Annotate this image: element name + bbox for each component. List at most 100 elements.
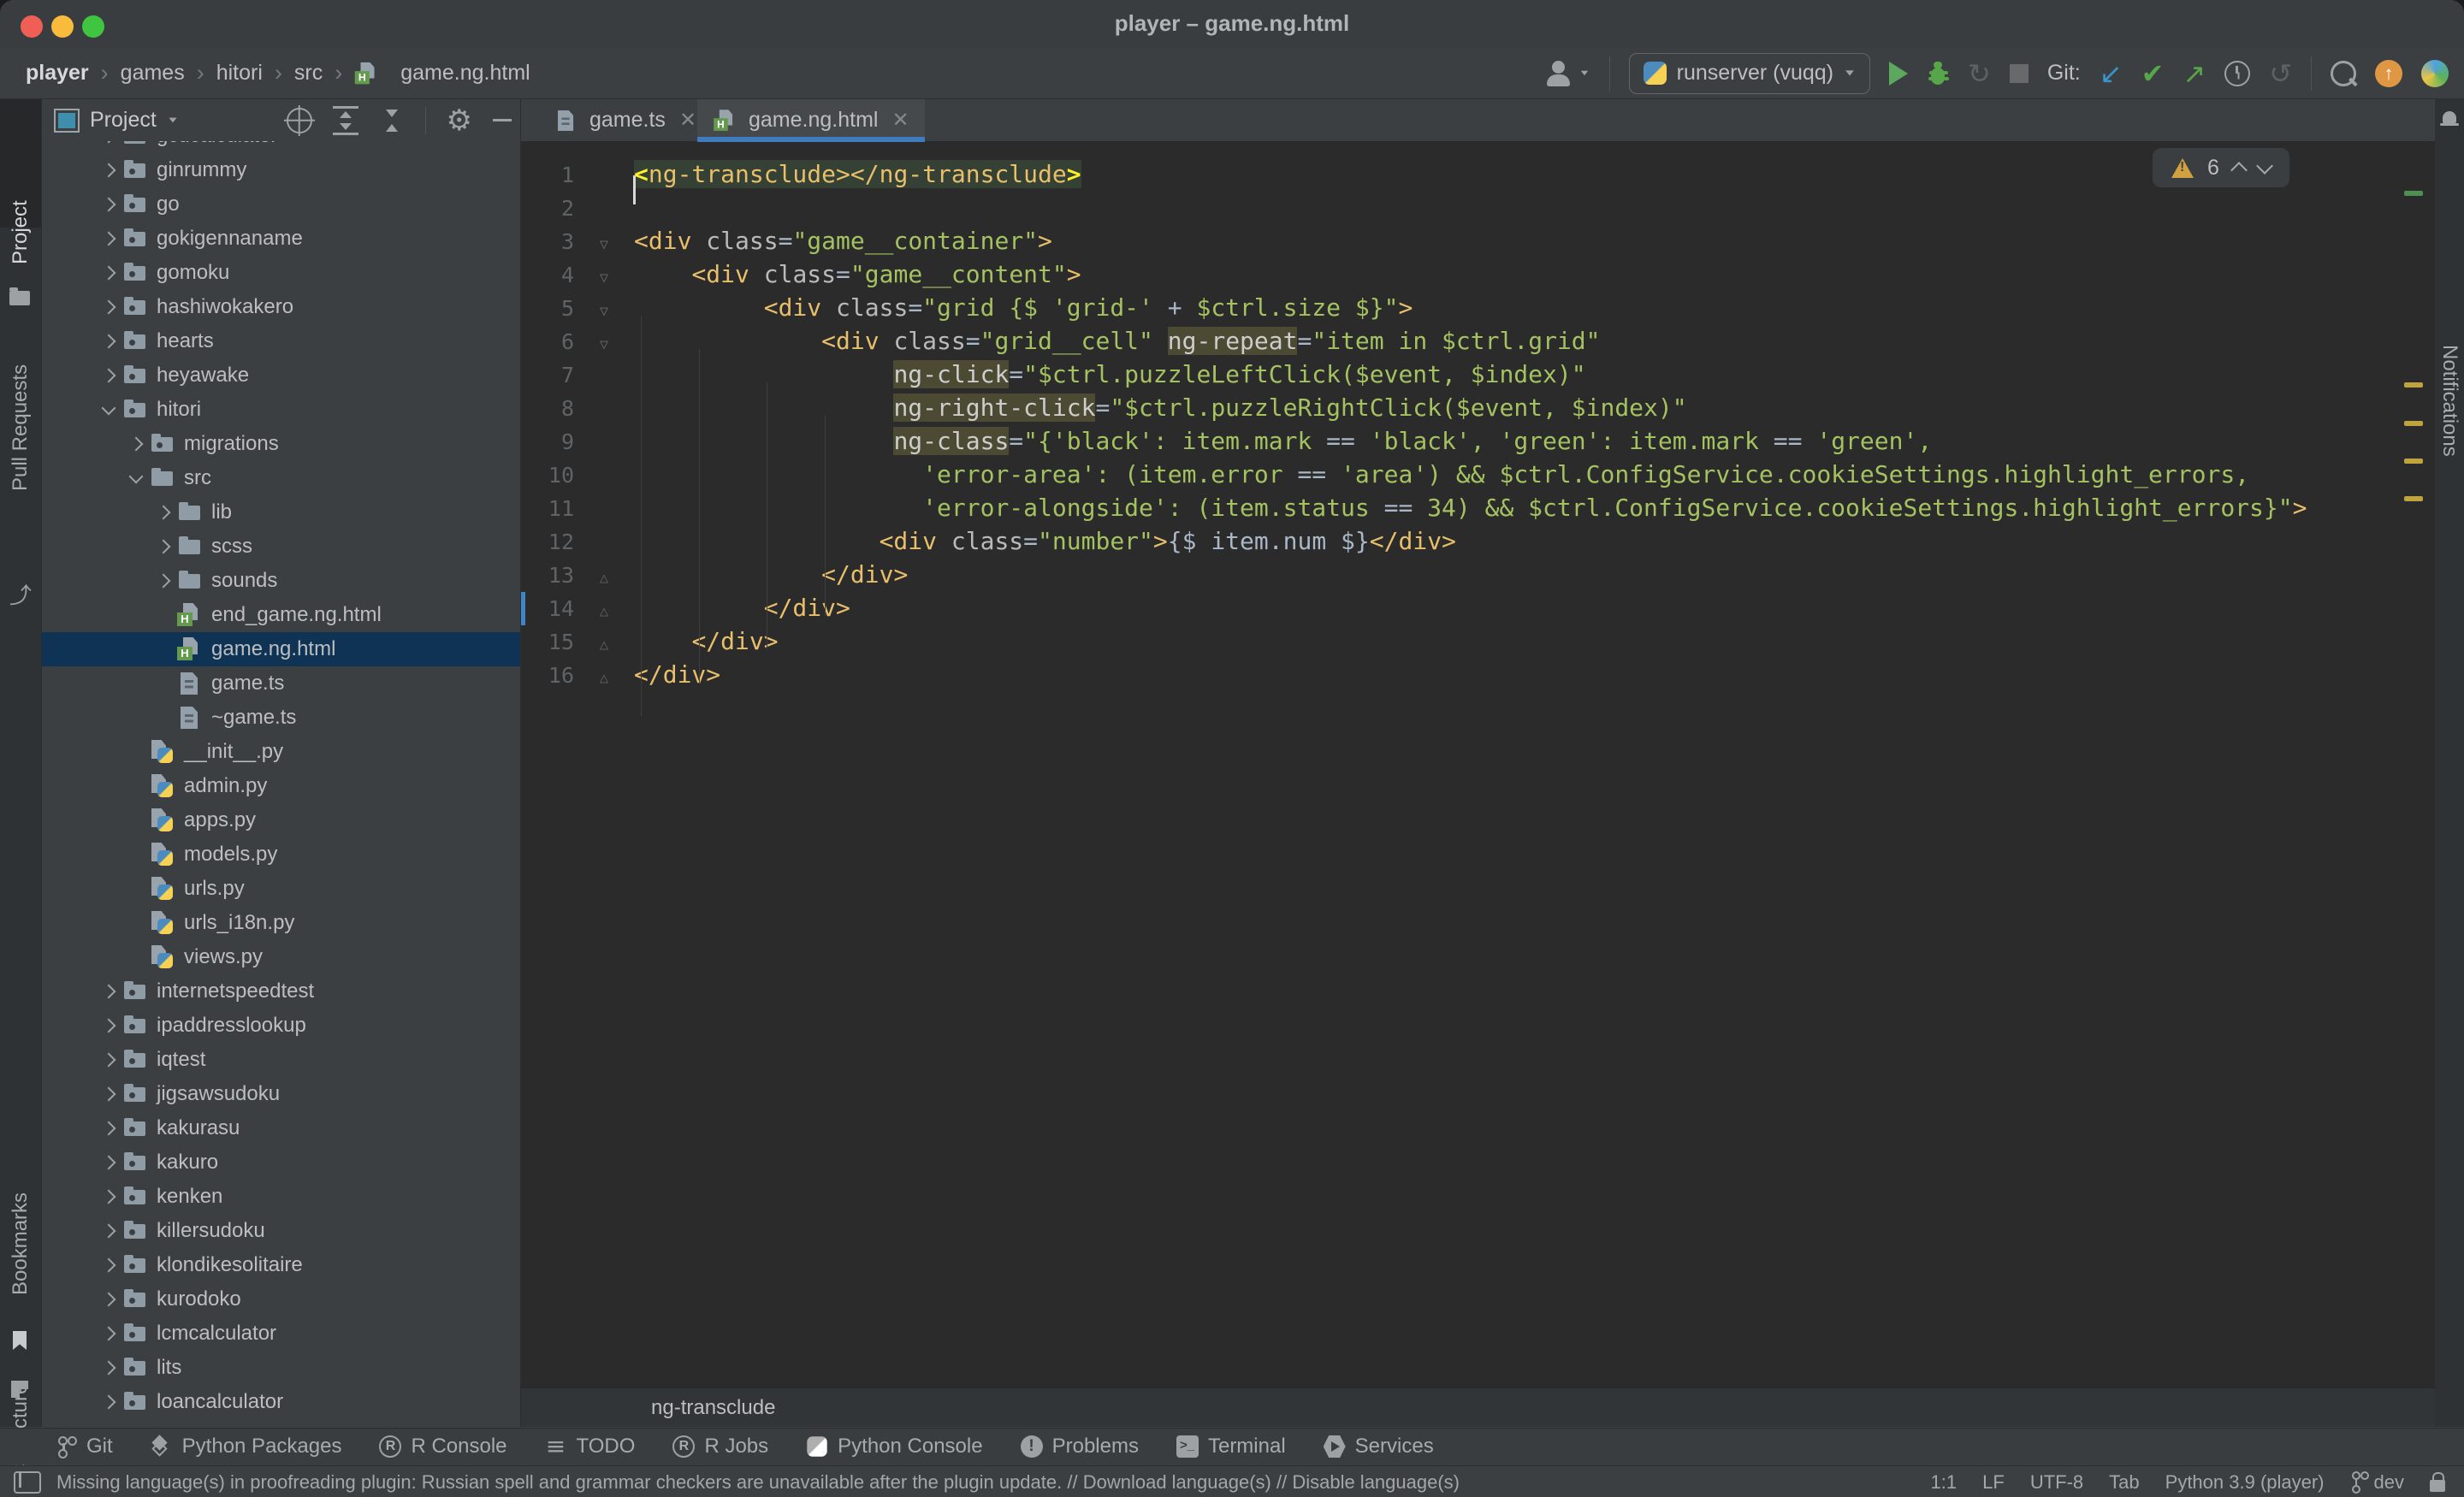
chevron-right-icon[interactable] bbox=[150, 576, 177, 586]
tree-item[interactable]: ~game.ts bbox=[42, 701, 520, 735]
disable-languages-link[interactable]: // Disable language(s) bbox=[1276, 1471, 1460, 1493]
tab-game-ng-html[interactable]: game.ng.html ✕ bbox=[697, 99, 925, 141]
chevron-right-icon[interactable] bbox=[95, 370, 122, 381]
code-line[interactable]: 3▽<div class="game__container"> bbox=[521, 224, 2435, 257]
file-encoding[interactable]: UTF-8 bbox=[2030, 1471, 2083, 1494]
tree-item[interactable]: hashiwokakero bbox=[42, 290, 520, 324]
tree-item[interactable]: go bbox=[42, 187, 520, 222]
tool-window-button-todo[interactable]: ≡TODO bbox=[545, 1435, 636, 1459]
chevron-right-icon[interactable] bbox=[95, 986, 122, 997]
profile-button[interactable] bbox=[1544, 59, 1590, 88]
tree-item[interactable]: gcdcalculator bbox=[42, 141, 520, 153]
breadcrumb-item[interactable]: games bbox=[121, 61, 185, 86]
chevron-right-icon[interactable] bbox=[95, 1260, 122, 1270]
tool-stripe-project[interactable]: Project bbox=[0, 232, 41, 240]
tool-window-button-git[interactable]: Git bbox=[55, 1435, 113, 1459]
tree-item[interactable]: gokigennaname bbox=[42, 222, 520, 256]
chevron-right-icon[interactable] bbox=[95, 1294, 122, 1305]
code-line[interactable]: 15△ </div> bbox=[521, 624, 2435, 658]
breadcrumb-item[interactable]: src bbox=[294, 61, 323, 86]
code-line[interactable]: 1<ng-transclude></ng-transclude> bbox=[521, 157, 2435, 191]
chevron-right-icon[interactable] bbox=[95, 1363, 122, 1373]
tree-item[interactable]: urls_i18n.py bbox=[42, 906, 520, 940]
run-configuration-select[interactable]: runserver (vuqq) bbox=[1629, 53, 1870, 94]
tool-window-button-problems[interactable]: !Problems bbox=[1021, 1435, 1139, 1459]
caret-position[interactable]: 1:1 bbox=[1931, 1471, 1958, 1494]
tree-item[interactable]: ginrummy bbox=[42, 153, 520, 187]
tree-item[interactable]: internetspeedtest bbox=[42, 974, 520, 1009]
tree-item[interactable]: lits bbox=[42, 1351, 520, 1385]
tool-window-button-r-jobs[interactable]: RR Jobs bbox=[672, 1435, 768, 1459]
chevron-right-icon[interactable] bbox=[95, 1226, 122, 1236]
scrollbar-mark-warning[interactable] bbox=[2404, 496, 2423, 501]
tree-item[interactable]: iqtest bbox=[42, 1043, 520, 1077]
chevron-right-icon[interactable] bbox=[95, 302, 122, 312]
chevron-right-icon[interactable] bbox=[95, 1397, 122, 1407]
scrollbar-mark-green[interactable] bbox=[2404, 191, 2423, 196]
tool-window-button-services[interactable]: Services bbox=[1324, 1435, 1434, 1459]
tree-item[interactable]: ipaddresslookup bbox=[42, 1009, 520, 1043]
tree-item[interactable]: end_game.ng.html bbox=[42, 598, 520, 632]
lock-icon[interactable] bbox=[2430, 1480, 2445, 1492]
code-line[interactable]: 8 ng-right-click="$ctrl.puzzleRightClick… bbox=[521, 391, 2435, 424]
stop-button[interactable] bbox=[2010, 64, 2029, 83]
breadcrumb-item[interactable]: hitori bbox=[216, 61, 263, 86]
tree-item[interactable]: __init__.py bbox=[42, 735, 520, 769]
search-everywhere-button[interactable] bbox=[2331, 61, 2356, 86]
tool-stripe-bookmarks[interactable]: Bookmarks bbox=[0, 1263, 41, 1287]
scrollbar-mark-warning[interactable] bbox=[2404, 382, 2423, 388]
chevron-right-icon[interactable] bbox=[95, 1192, 122, 1202]
tree-item[interactable]: jigsawsudoku bbox=[42, 1077, 520, 1111]
scrollbar-mark-warning[interactable] bbox=[2404, 421, 2423, 426]
git-branch-widget[interactable]: dev bbox=[2350, 1471, 2404, 1494]
git-update-button[interactable]: ↙ bbox=[2100, 60, 2123, 87]
tool-window-button-python-packages[interactable]: Python Packages bbox=[151, 1435, 342, 1459]
download-languages-link[interactable]: // Download language(s) bbox=[1067, 1471, 1270, 1493]
chevron-right-icon[interactable] bbox=[95, 1328, 122, 1339]
tool-window-button-r-console[interactable]: RR Console bbox=[379, 1435, 506, 1459]
project-view-select[interactable]: Project bbox=[54, 108, 179, 133]
tree-item[interactable]: hearts bbox=[42, 324, 520, 358]
code-line[interactable]: 2 bbox=[521, 191, 2435, 224]
tree-item[interactable]: loancalculator bbox=[42, 1385, 520, 1419]
tree-item[interactable]: models.py bbox=[42, 837, 520, 872]
chevron-right-icon[interactable] bbox=[150, 541, 177, 552]
code-line[interactable]: 9 ng-class="{'black': item.mark == 'blac… bbox=[521, 424, 2435, 458]
breadcrumb-item-project[interactable]: player bbox=[26, 61, 89, 86]
rollback-button[interactable]: ↺ bbox=[2269, 60, 2292, 87]
tree-item[interactable]: apps.py bbox=[42, 803, 520, 837]
tree-item[interactable]: gomoku bbox=[42, 256, 520, 290]
line-ending[interactable]: LF bbox=[1982, 1471, 2005, 1494]
tree-item[interactable]: lib bbox=[42, 495, 520, 530]
tree-item[interactable]: views.py bbox=[42, 940, 520, 974]
chevron-right-icon[interactable] bbox=[95, 1055, 122, 1065]
chevron-down-icon[interactable] bbox=[95, 406, 122, 413]
code-line[interactable]: 7 ng-click="$ctrl.puzzleLeftClick($event… bbox=[521, 358, 2435, 391]
code-line[interactable]: 4▽ <div class="game__content"> bbox=[521, 257, 2435, 291]
close-tab-icon[interactable]: ✕ bbox=[891, 108, 909, 133]
collapse-all-icon[interactable] bbox=[379, 109, 405, 133]
tab-game-ts[interactable]: game.ts ✕ bbox=[538, 99, 712, 141]
update-available-icon[interactable]: ↑ bbox=[2375, 60, 2402, 87]
code-line[interactable]: 10 'error-area': (item.error == 'area') … bbox=[521, 458, 2435, 491]
tree-item[interactable]: kenken bbox=[42, 1180, 520, 1214]
code-line[interactable]: 13△ </div> bbox=[521, 558, 2435, 591]
code-line[interactable]: 6▽ <div class="grid__cell" ng-repeat="it… bbox=[521, 324, 2435, 358]
git-push-button[interactable]: ↗ bbox=[2183, 60, 2206, 87]
code-line[interactable]: 5▽ <div class="grid {$ 'grid-' + $ctrl.s… bbox=[521, 291, 2435, 324]
run-button[interactable] bbox=[1889, 62, 1908, 86]
history-icon[interactable] bbox=[2224, 61, 2250, 86]
git-commit-button[interactable]: ✔ bbox=[2141, 60, 2165, 87]
tree-item[interactable]: kurodoko bbox=[42, 1282, 520, 1317]
tree-item[interactable]: hitori bbox=[42, 393, 520, 427]
previous-warning-icon[interactable] bbox=[2230, 162, 2248, 179]
breadcrumb-tag[interactable]: ng-transclude bbox=[651, 1396, 775, 1420]
breadcrumb-item-file[interactable]: game.ng.html bbox=[400, 61, 530, 86]
chevron-right-icon[interactable] bbox=[95, 336, 122, 346]
tree-item[interactable]: heyawake bbox=[42, 358, 520, 393]
chevron-right-icon[interactable] bbox=[95, 268, 122, 278]
close-tab-icon[interactable]: ✕ bbox=[679, 108, 696, 133]
chevron-right-icon[interactable] bbox=[95, 165, 122, 175]
tool-window-button-python-console[interactable]: Python Console bbox=[806, 1435, 982, 1459]
chevron-right-icon[interactable] bbox=[150, 507, 177, 518]
